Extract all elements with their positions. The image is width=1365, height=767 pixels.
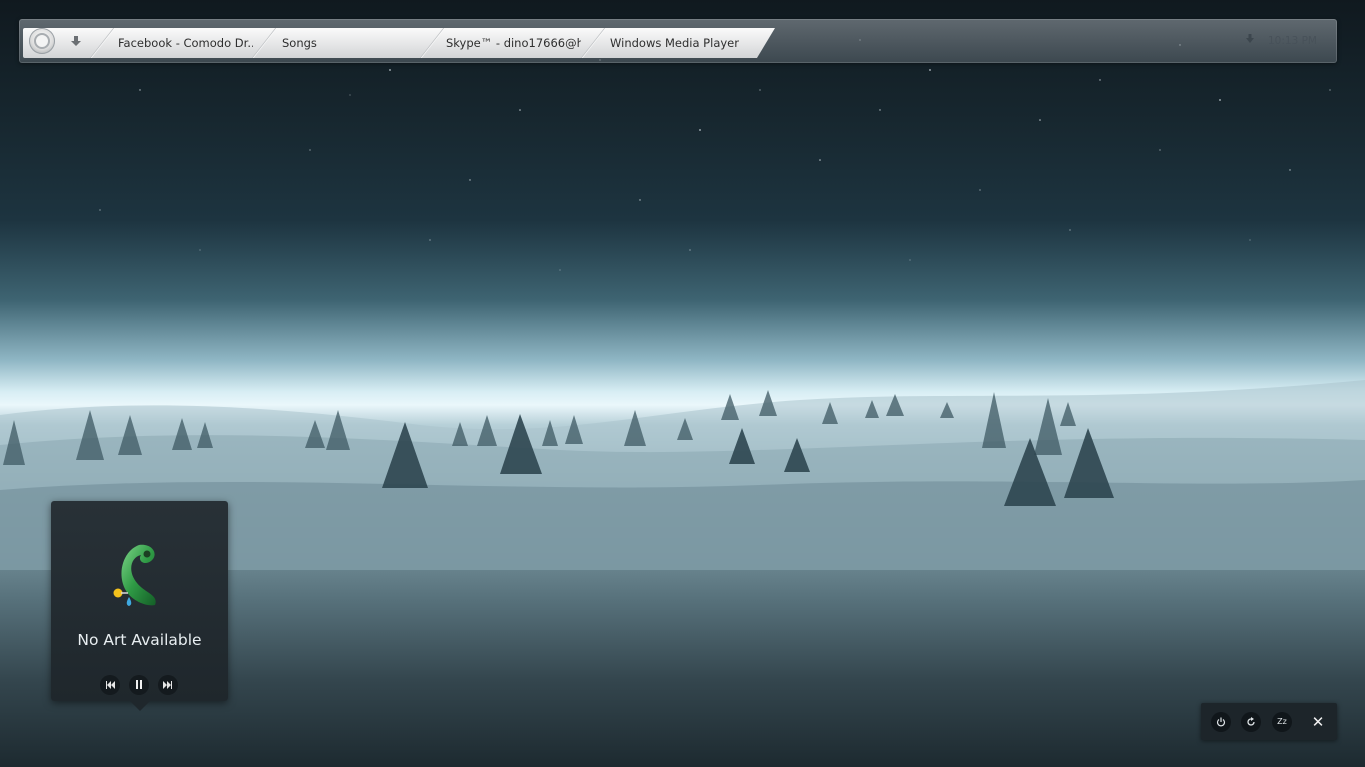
clock[interactable]: 10:13 PM — [1268, 33, 1317, 49]
task-facebook-comodo-dragon[interactable]: Facebook - Comodo Dr... — [118, 28, 253, 58]
restart-icon[interactable] — [1241, 712, 1261, 732]
previous-track-button[interactable] — [100, 675, 120, 695]
task-songs[interactable]: Songs — [282, 28, 422, 58]
media-player-widget: No Art Available — [51, 501, 228, 711]
taskbar: Facebook - Comodo Dr... Songs Skype™ - d… — [19, 19, 1337, 63]
power-panel: Zz ✕ — [1201, 703, 1337, 740]
close-icon[interactable]: ✕ — [1308, 712, 1328, 732]
next-track-button[interactable] — [158, 675, 178, 695]
task-skype[interactable]: Skype™ - dino17666@h... — [446, 28, 581, 58]
media-app-icon — [113, 544, 156, 606]
tray-arrow-icon[interactable] — [1244, 33, 1256, 49]
pause-button[interactable] — [129, 675, 149, 695]
sleep-icon[interactable]: Zz — [1272, 712, 1292, 732]
no-art-text: No Art Available — [77, 631, 202, 649]
power-icon[interactable] — [1211, 712, 1231, 732]
task-windows-media-player[interactable]: Windows Media Player — [610, 28, 750, 58]
start-orb-icon[interactable] — [29, 28, 55, 54]
down-arrow-icon[interactable] — [67, 31, 85, 51]
